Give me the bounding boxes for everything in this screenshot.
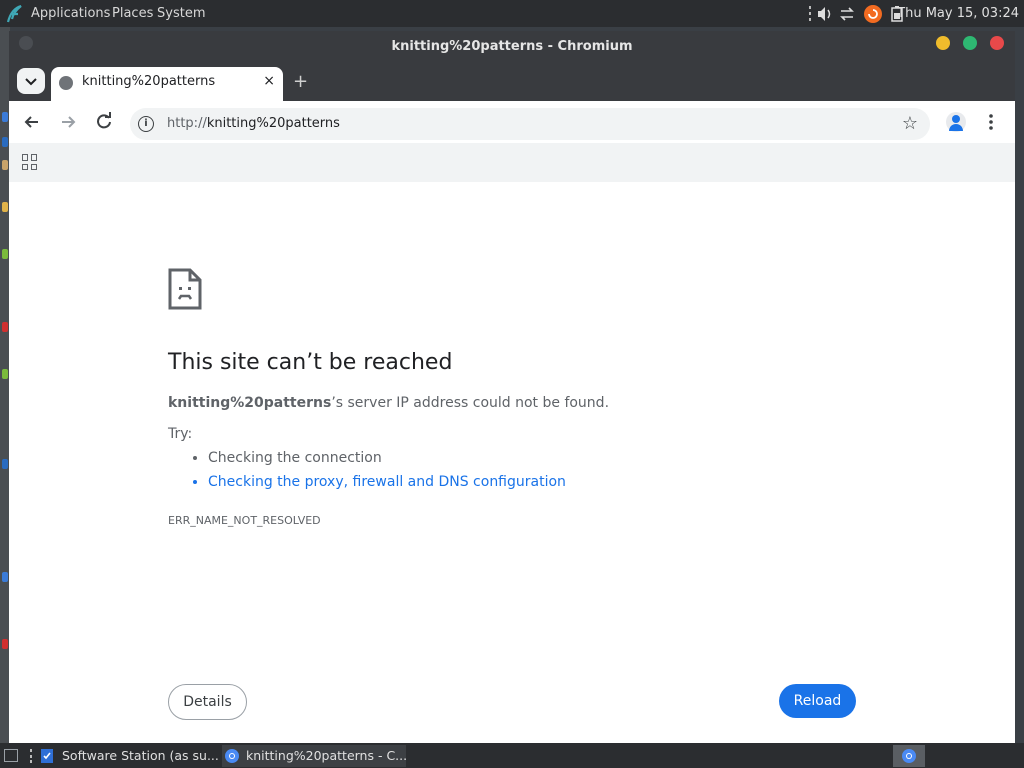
desktop-right-edge [1015,27,1024,743]
top-panel: Applications Places System Thu May 15, 0… [0,0,1024,27]
tab-search-button[interactable] [17,68,45,94]
menu-applications[interactable]: Applications [31,6,110,21]
suggestions-list: Checking the connection Checking the pro… [208,450,566,498]
browser-menu-button[interactable] [979,110,1003,134]
maximize-button[interactable] [963,36,977,50]
browser-toolbar: i http://knitting%20patterns ☆ [9,101,1015,143]
close-window-button[interactable] [990,36,1004,50]
clock[interactable]: Thu May 15, 03:24 [897,6,1019,21]
arrow-left-icon [24,116,38,128]
forward-button[interactable] [56,110,80,134]
show-desktop-button[interactable] [4,749,18,762]
chromium-icon [902,749,916,763]
reload-button[interactable]: Reload [779,684,856,718]
new-tab-button[interactable]: + [293,71,308,92]
sad-document-icon [168,268,202,310]
kebab-menu-icon [989,114,993,130]
site-info-icon[interactable]: i [138,116,154,132]
url-scheme: http:// [167,116,207,131]
apps-grid-icon[interactable] [22,154,38,170]
error-summary-rest: ’s server IP address could not be found. [331,395,610,411]
error-summary: knitting%20patterns’s server IP address … [168,395,609,411]
minimize-button[interactable] [936,36,950,50]
error-host: knitting%20patterns [168,395,332,411]
reload-toolbar-button[interactable] [92,110,116,134]
menu-system[interactable]: System [157,6,205,21]
tray-separator-icon [809,6,811,21]
update-icon[interactable] [863,4,883,24]
error-page: This site can’t be reached knitting%20pa… [9,182,1015,743]
suggestion-check-connection: Checking the connection [208,450,566,466]
distro-logo-icon[interactable] [4,4,24,24]
error-heading: This site can’t be reached [168,350,453,375]
details-button[interactable]: Details [168,684,247,720]
address-bar-url[interactable]: http://knitting%20patterns [167,116,340,131]
globe-icon [59,76,73,90]
taskbar-separator-icon [30,749,32,763]
bookmark-star-icon[interactable]: ☆ [902,113,918,134]
tab-close-button[interactable]: × [263,73,275,89]
bookmarks-bar [9,143,1015,182]
taskbar-item-software-station[interactable]: Software Station (as su... [38,745,219,767]
reload-icon [97,112,111,129]
tab-title: knitting%20patterns [82,74,216,89]
browser-window: knitting%20patterns - Chromium knitting%… [9,31,1015,743]
workspace-switcher[interactable] [893,745,925,767]
menu-places[interactable]: Places [112,6,153,21]
error-code: ERR_NAME_NOT_RESOLVED [168,514,321,527]
chromium-icon [225,749,239,763]
tab-active[interactable]: knitting%20patterns × [51,67,283,101]
profile-avatar-icon[interactable] [946,112,966,132]
back-button[interactable] [20,110,44,134]
suggestion-check-proxy-link[interactable]: Checking the proxy, firewall and DNS con… [208,474,566,490]
url-host: knitting%20patterns [206,116,340,131]
taskbar-item-chromium[interactable]: knitting%20patterns - C... [222,745,408,767]
taskbar-item-label: knitting%20patterns - C... [246,748,408,763]
volume-icon[interactable] [816,4,834,24]
arrow-right-icon [62,116,76,128]
software-station-icon [41,749,53,763]
chevron-down-icon [25,78,37,86]
window-title: knitting%20patterns - Chromium [391,39,633,54]
network-icon[interactable] [838,4,856,24]
try-label: Try: [168,426,193,442]
taskbar: Software Station (as su... knitting%20pa… [0,743,1024,768]
address-bar[interactable]: i http://knitting%20patterns ☆ [130,108,930,140]
window-titlebar[interactable]: knitting%20patterns - Chromium knitting%… [9,31,1015,101]
taskbar-item-label: Software Station (as su... [62,748,219,763]
